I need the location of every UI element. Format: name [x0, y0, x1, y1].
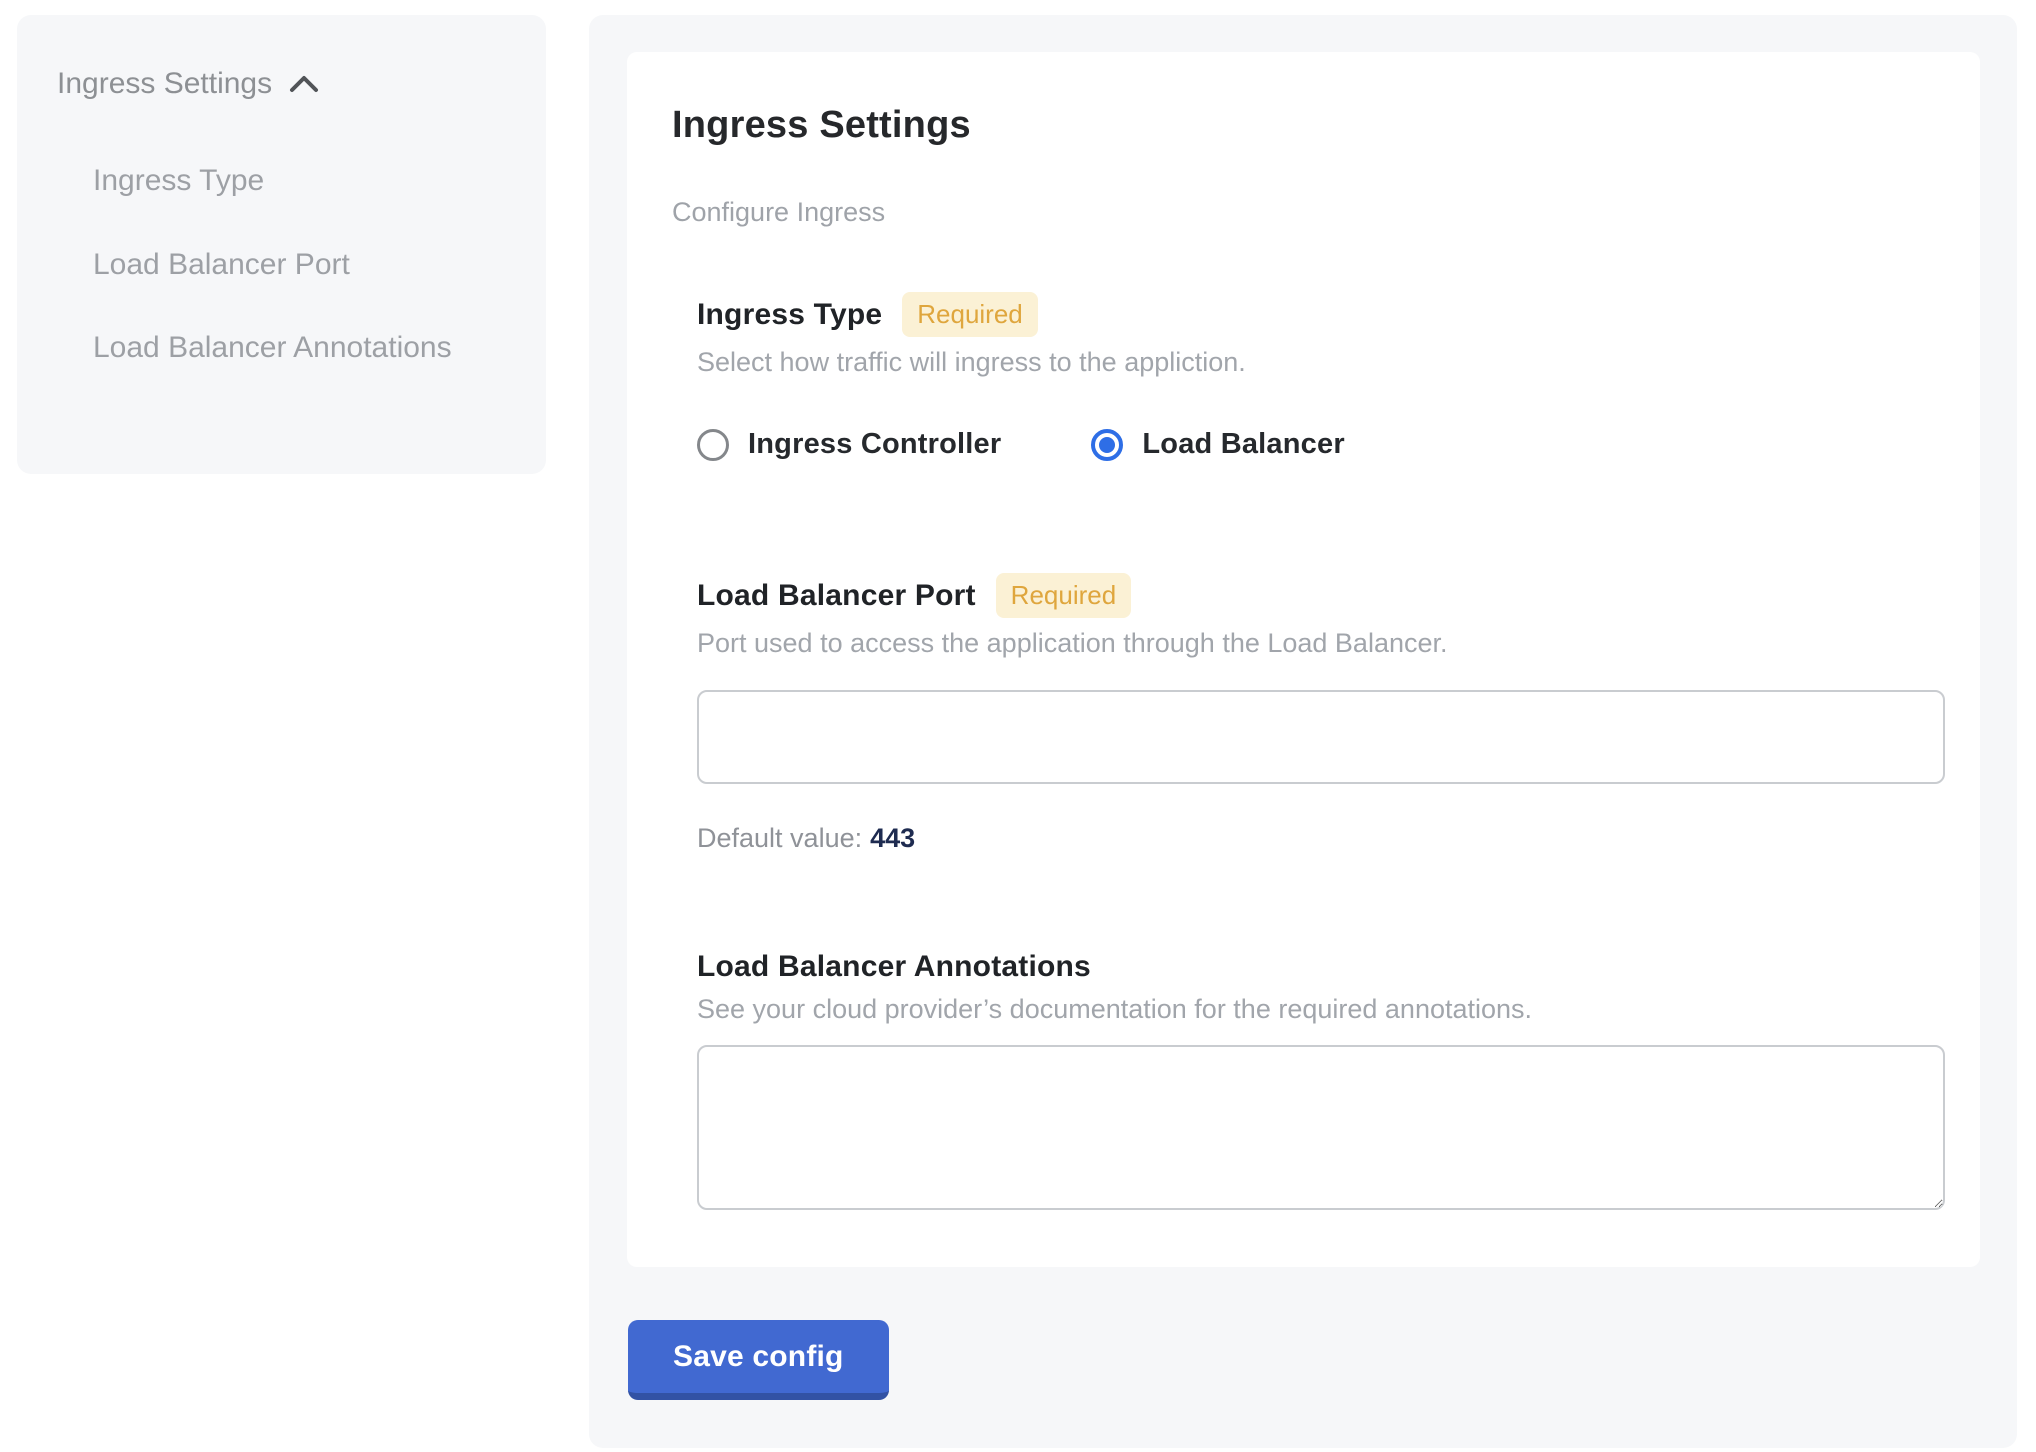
field-ingress-type: Ingress Type Required Select how traffic… — [697, 292, 1945, 461]
lb-port-description: Port used to access the application thro… — [697, 628, 1945, 659]
page: Ingress Settings Ingress Type Load Balan… — [0, 0, 2036, 1448]
ingress-type-radio-group: Ingress Controller Load Balancer — [697, 428, 1945, 461]
lb-annotations-textarea[interactable] — [697, 1045, 1945, 1210]
radio-ingress-controller-label: Ingress Controller — [748, 428, 1001, 461]
field-load-balancer-port: Load Balancer Port Required Port used to… — [697, 573, 1945, 854]
lb-port-default-line: Default value: 443 — [697, 823, 1945, 854]
lb-annotations-label-row: Load Balancer Annotations — [697, 950, 1945, 984]
lb-annotations-description: See your cloud provider’s documentation … — [697, 994, 1945, 1025]
lb-port-input[interactable] — [697, 690, 1945, 784]
radio-load-balancer-label: Load Balancer — [1142, 428, 1344, 461]
sidebar-item-list: Ingress Type Load Balancer Port Load Bal… — [93, 153, 493, 376]
required-badge: Required — [996, 573, 1132, 618]
sidebar-group-label: Ingress Settings — [57, 67, 272, 101]
required-badge: Required — [902, 292, 1038, 337]
lb-port-label-row: Load Balancer Port Required — [697, 573, 1945, 618]
sidebar-item-load-balancer-port[interactable]: Load Balancer Port — [93, 237, 493, 293]
sidebar-group-ingress-settings[interactable]: Ingress Settings — [57, 67, 506, 101]
radio-load-balancer[interactable]: Load Balancer — [1091, 428, 1344, 461]
field-load-balancer-annotations: Load Balancer Annotations See your cloud… — [697, 950, 1945, 1210]
ingress-type-description: Select how traffic will ingress to the a… — [697, 347, 1945, 378]
lb-annotations-label: Load Balancer Annotations — [697, 950, 1091, 984]
sidebar-item-ingress-type[interactable]: Ingress Type — [93, 153, 493, 209]
ingress-settings-card: Ingress Settings Configure Ingress Ingre… — [627, 52, 1980, 1267]
lb-port-label: Load Balancer Port — [697, 579, 976, 613]
page-title: Ingress Settings — [672, 104, 1945, 147]
save-config-button[interactable]: Save config — [628, 1320, 889, 1400]
default-value: 443 — [870, 823, 915, 853]
ingress-type-label-row: Ingress Type Required — [697, 292, 1945, 337]
ingress-type-label: Ingress Type — [697, 298, 882, 332]
default-value-label: Default value: — [697, 823, 862, 853]
radio-unselected-icon[interactable] — [697, 429, 729, 461]
sidebar-item-load-balancer-annotations[interactable]: Load Balancer Annotations — [93, 320, 493, 376]
page-subtitle: Configure Ingress — [672, 197, 1945, 228]
settings-panel: Ingress Settings Configure Ingress Ingre… — [589, 15, 2017, 1448]
chevron-up-icon — [288, 73, 320, 95]
radio-ingress-controller[interactable]: Ingress Controller — [697, 428, 1001, 461]
settings-nav-sidebar: Ingress Settings Ingress Type Load Balan… — [17, 15, 546, 474]
radio-selected-icon[interactable] — [1091, 429, 1123, 461]
